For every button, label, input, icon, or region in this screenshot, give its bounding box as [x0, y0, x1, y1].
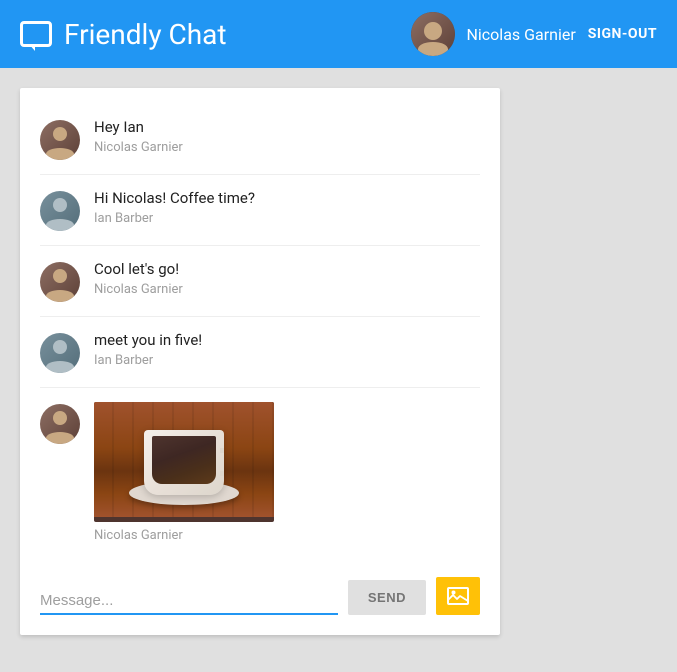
message-content: Cool let's go! Nicolas Garnier	[94, 260, 480, 297]
coffee-photo	[94, 402, 274, 517]
image-icon	[447, 587, 469, 605]
main-content: Hey Ian Nicolas Garnier Hi Nicolas! Coff…	[0, 68, 677, 655]
avatar	[40, 191, 80, 231]
input-row: SEND	[40, 577, 480, 615]
sign-out-button[interactable]: SIGN-OUT	[588, 26, 657, 42]
image-upload-button[interactable]	[436, 577, 480, 615]
message-sender: Nicolas Garnier	[94, 528, 480, 543]
table-row: Cool let's go! Nicolas Garnier	[40, 246, 480, 317]
message-sender: Nicolas Garnier	[94, 282, 480, 297]
header-username: Nicolas Garnier	[467, 25, 576, 44]
app-title: Friendly Chat	[64, 18, 227, 51]
input-area: SEND	[40, 567, 480, 615]
chat-card: Hey Ian Nicolas Garnier Hi Nicolas! Coff…	[20, 88, 500, 635]
avatar	[40, 120, 80, 160]
message-text: Cool let's go!	[94, 260, 480, 278]
message-text: Hi Nicolas! Coffee time?	[94, 189, 480, 207]
avatar	[411, 12, 455, 56]
message-content: meet you in five! Ian Barber	[94, 331, 480, 368]
app-header: Friendly Chat Nicolas Garnier SIGN-OUT	[0, 0, 677, 68]
avatar	[40, 333, 80, 373]
table-row: meet you in five! Ian Barber	[40, 317, 480, 388]
table-row: Nicolas Garnier	[40, 388, 480, 557]
chat-bubble-icon	[20, 21, 52, 47]
table-row: Hi Nicolas! Coffee time? Ian Barber	[40, 175, 480, 246]
message-input-wrapper	[40, 588, 338, 615]
message-sender: Nicolas Garnier	[94, 140, 480, 155]
message-sender: Ian Barber	[94, 353, 480, 368]
header-logo: Friendly Chat	[20, 18, 411, 51]
message-text: Hey Ian	[94, 118, 480, 136]
message-content: Hey Ian Nicolas Garnier	[94, 118, 480, 155]
message-text: meet you in five!	[94, 331, 480, 349]
message-sender: Ian Barber	[94, 211, 480, 226]
message-input[interactable]	[40, 588, 338, 615]
message-content: Nicolas Garnier	[94, 402, 480, 543]
avatar	[40, 404, 80, 444]
messages-list: Hey Ian Nicolas Garnier Hi Nicolas! Coff…	[40, 104, 480, 557]
header-user-info: Nicolas Garnier SIGN-OUT	[411, 12, 658, 56]
table-row: Hey Ian Nicolas Garnier	[40, 104, 480, 175]
avatar	[40, 262, 80, 302]
message-image	[94, 402, 274, 522]
message-content: Hi Nicolas! Coffee time? Ian Barber	[94, 189, 480, 226]
send-button[interactable]: SEND	[348, 580, 426, 615]
